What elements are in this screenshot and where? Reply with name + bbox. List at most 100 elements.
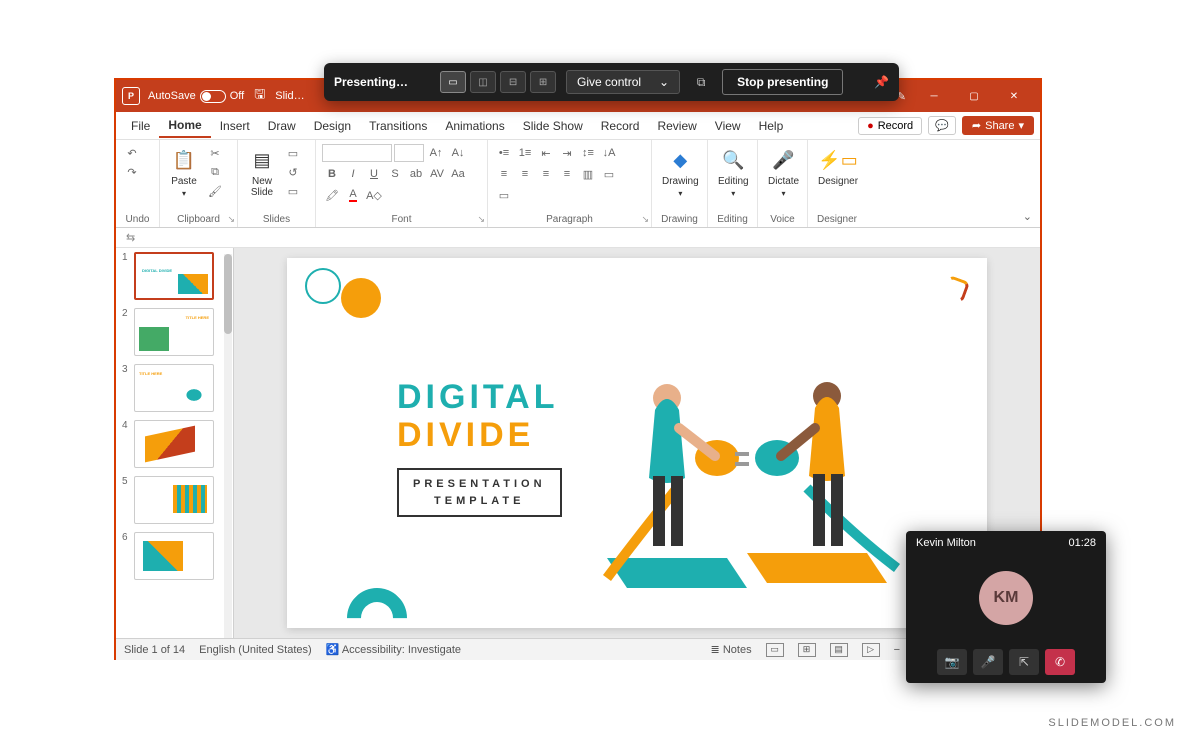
layout-option-2[interactable]: ◫ <box>470 71 496 93</box>
italic-button[interactable]: I <box>343 165 363 183</box>
text-direction-button[interactable]: ↓A <box>599 144 619 162</box>
align-right-button[interactable]: ≡ <box>536 165 556 183</box>
tab-view[interactable]: View <box>706 115 750 137</box>
tab-draw[interactable]: Draw <box>259 115 305 137</box>
font-launcher-icon[interactable]: ↘ <box>477 214 485 225</box>
undo-button[interactable]: ↶ <box>122 144 142 162</box>
slideshow-view-button[interactable]: ▷ <box>862 643 880 657</box>
thumbnail-pane[interactable]: 1 DIGITAL DIVIDE 2 TITLE HERE 3 TITLE HE… <box>116 248 234 638</box>
copy-button[interactable]: ⧉ <box>205 163 225 181</box>
teams-call-widget[interactable]: Kevin Milton 01:28 KM 📷 🎤 ⇱ ✆ <box>906 531 1106 683</box>
layout-option-4[interactable]: ⊞ <box>530 71 556 93</box>
bold-button[interactable]: B <box>322 165 342 183</box>
tab-design[interactable]: Design <box>305 115 360 137</box>
convert-smartart-button[interactable]: ▭ <box>494 186 514 204</box>
collapse-ribbon-icon[interactable]: ⌄ <box>1023 210 1032 223</box>
layout-option-1[interactable]: ▭ <box>440 71 466 93</box>
thumbnail-1[interactable]: 1 DIGITAL DIVIDE <box>116 248 233 304</box>
tab-animations[interactable]: Animations <box>436 115 513 137</box>
change-case-button[interactable]: Aa <box>448 165 468 183</box>
paragraph-launcher-icon[interactable]: ↘ <box>641 214 649 225</box>
redo-button[interactable]: ↷ <box>122 163 142 181</box>
thumbnail-2[interactable]: 2 TITLE HERE <box>116 304 233 360</box>
give-control-dropdown[interactable]: Give control ⌄ <box>566 70 680 94</box>
thumbnail-4[interactable]: 4 <box>116 416 233 472</box>
notes-button[interactable]: ≣ Notes <box>711 643 752 656</box>
camera-toggle-button[interactable]: 📷 <box>937 649 967 675</box>
language-status[interactable]: English (United States) <box>199 644 312 656</box>
thumbnail-3[interactable]: 3 TITLE HERE <box>116 360 233 416</box>
thumbnail-scrollbar[interactable] <box>223 248 233 638</box>
line-spacing-button[interactable]: ↕≡ <box>578 144 598 162</box>
drawing-button[interactable]: ◆ Drawing▾ <box>658 144 703 200</box>
thumbnail-5[interactable]: 5 <box>116 472 233 528</box>
pin-icon[interactable]: 📌 <box>874 75 889 89</box>
tab-slide-show[interactable]: Slide Show <box>514 115 592 137</box>
tab-transitions[interactable]: Transitions <box>360 115 436 137</box>
align-text-button[interactable]: ▭ <box>599 165 619 183</box>
new-slide-button[interactable]: ▤ New Slide <box>244 144 280 200</box>
slide-counter[interactable]: Slide 1 of 14 <box>124 644 185 656</box>
slide-title-line1[interactable]: DIGITAL <box>397 378 558 417</box>
columns-button[interactable]: ▥ <box>578 165 598 183</box>
comments-button[interactable]: 💬 <box>928 116 956 135</box>
layout-button[interactable]: ▭ <box>283 144 303 162</box>
hangup-button[interactable]: ✆ <box>1045 649 1075 675</box>
font-color-button[interactable]: A <box>343 186 363 204</box>
zoom-out-button[interactable]: − <box>894 644 900 656</box>
clear-format-button[interactable]: A◇ <box>364 186 384 204</box>
customize-qat-icon[interactable]: ⇆ <box>126 231 135 244</box>
save-icon[interactable]: 🖫 <box>254 85 265 107</box>
editing-button[interactable]: 🔍 Editing▾ <box>714 144 753 200</box>
accessibility-status[interactable]: ♿ Accessibility: Investigate <box>326 643 461 656</box>
share-toggle-button[interactable]: ⇱ <box>1009 649 1039 675</box>
slide-subtitle[interactable]: PRESENTATION TEMPLATE <box>397 468 562 517</box>
align-left-button[interactable]: ≡ <box>494 165 514 183</box>
paste-button[interactable]: 📋 Paste▾ <box>166 144 202 200</box>
bullets-button[interactable]: •≡ <box>494 144 514 162</box>
numbering-button[interactable]: 1≡ <box>515 144 535 162</box>
tab-record[interactable]: Record <box>592 115 649 137</box>
reading-view-button[interactable]: ▤ <box>830 643 848 657</box>
maximize-button[interactable]: ▢ <box>954 82 994 110</box>
tab-home[interactable]: Home <box>159 114 210 138</box>
shadow-button[interactable]: ab <box>406 165 426 183</box>
dictate-button[interactable]: 🎤 Dictate▾ <box>764 144 803 200</box>
tab-insert[interactable]: Insert <box>211 115 259 137</box>
indent-inc-button[interactable]: ⇥ <box>557 144 577 162</box>
reset-button[interactable]: ↺ <box>283 163 303 181</box>
strike-button[interactable]: S <box>385 165 405 183</box>
spacing-button[interactable]: AV <box>427 165 447 183</box>
font-size-dropdown[interactable] <box>394 144 424 162</box>
clipboard-launcher-icon[interactable]: ↘ <box>227 214 235 225</box>
share-button[interactable]: ➦ Share ▾ <box>962 116 1034 135</box>
increase-font-button[interactable]: A↑ <box>426 144 446 162</box>
indent-dec-button[interactable]: ⇤ <box>536 144 556 162</box>
popout-icon[interactable]: ⧉ <box>690 71 712 93</box>
autosave-toggle[interactable]: AutoSave Off <box>148 90 244 103</box>
stop-presenting-button[interactable]: Stop presenting <box>722 69 843 95</box>
format-painter-button[interactable]: 🖌 <box>205 182 225 200</box>
designer-button[interactable]: ⚡▭ Designer <box>814 144 862 189</box>
mic-toggle-button[interactable]: 🎤 <box>973 649 1003 675</box>
cut-button[interactable]: ✂ <box>205 144 225 162</box>
decrease-font-button[interactable]: A↓ <box>448 144 468 162</box>
layout-option-3[interactable]: ⊟ <box>500 71 526 93</box>
close-button[interactable]: ✕ <box>994 82 1034 110</box>
underline-button[interactable]: U <box>364 165 384 183</box>
sorter-view-button[interactable]: ⊞ <box>798 643 816 657</box>
minimize-button[interactable]: ─ <box>914 82 954 110</box>
align-center-button[interactable]: ≡ <box>515 165 535 183</box>
slide-canvas[interactable]: DIGITAL DIVIDE PRESENTATION TEMPLATE <box>287 258 987 628</box>
record-button[interactable]: Record <box>858 117 922 135</box>
tab-file[interactable]: File <box>122 115 159 137</box>
tab-help[interactable]: Help <box>750 115 793 137</box>
slide-title-line2[interactable]: DIVIDE <box>397 416 534 455</box>
thumbnail-6[interactable]: 6 <box>116 528 233 584</box>
justify-button[interactable]: ≡ <box>557 165 577 183</box>
font-family-dropdown[interactable] <box>322 144 392 162</box>
section-button[interactable]: ▭ <box>283 182 303 200</box>
normal-view-button[interactable]: ▭ <box>766 643 784 657</box>
tab-review[interactable]: Review <box>648 115 705 137</box>
highlight-button[interactable]: 🖍 <box>322 186 342 204</box>
